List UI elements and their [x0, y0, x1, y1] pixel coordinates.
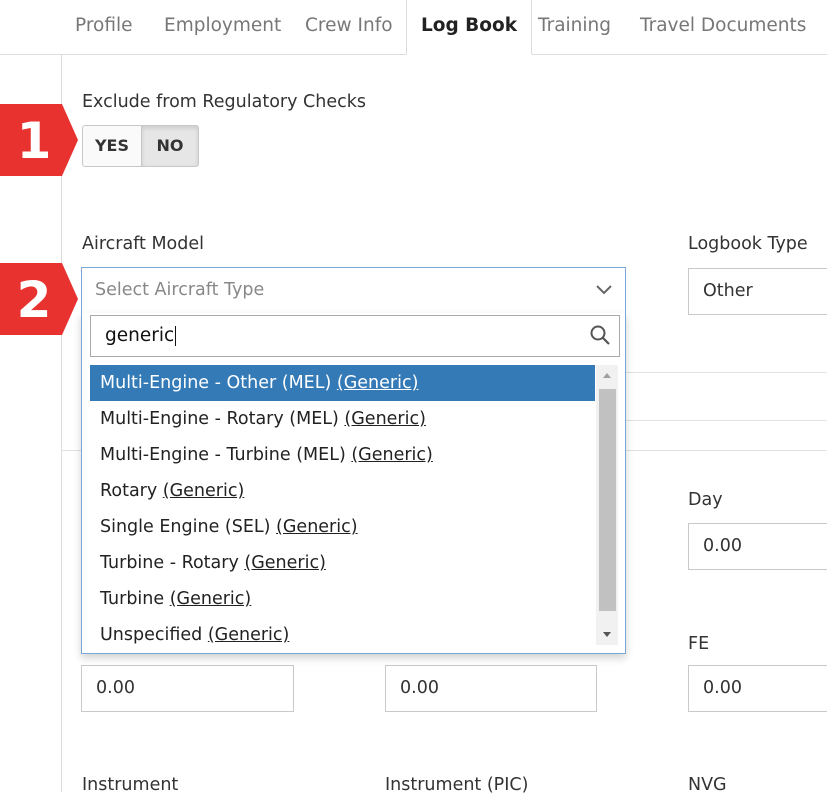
callout-badge-2: 2 [0, 263, 78, 335]
divider [626, 420, 827, 421]
scroll-down-icon[interactable] [596, 625, 618, 645]
option-single-engine[interactable]: Single Engine (SEL) (Generic) [90, 509, 595, 545]
day-label: Day [688, 490, 723, 510]
tab-bar: Profile Employment Crew Info Log Book Tr… [0, 0, 827, 55]
tab-employment[interactable]: Employment [164, 0, 281, 54]
tab-training[interactable]: Training [538, 0, 611, 54]
option-rotary[interactable]: Rotary (Generic) [90, 473, 595, 509]
aircraft-type-dropdown: generic Multi-Engine - Other (MEL) (Gene… [81, 313, 626, 654]
instrument-pic-label: Instrument (PIC) [385, 775, 529, 795]
no-button[interactable]: NO [142, 125, 199, 167]
scrollbar-thumb[interactable] [599, 389, 616, 611]
option-turbine[interactable]: Turbine (Generic) [90, 581, 595, 617]
search-icon [590, 325, 610, 345]
fe-input[interactable]: 0.00 [688, 665, 827, 712]
tab-profile[interactable]: Profile [75, 0, 133, 54]
aircraft-model-label: Aircraft Model [82, 234, 205, 254]
logbook-type-select[interactable]: Other [688, 268, 827, 315]
option-turbine-rotary[interactable]: Turbine - Rotary (Generic) [90, 545, 595, 581]
option-multi-engine-rotary[interactable]: Multi-Engine - Rotary (MEL) (Generic) [90, 401, 595, 437]
callout-badge-1: 1 [0, 104, 78, 176]
instrument-label: Instrument [82, 775, 179, 795]
option-multi-engine-turbine[interactable]: Multi-Engine - Turbine (MEL) (Generic) [90, 437, 595, 473]
aircraft-search-input[interactable]: generic [105, 325, 177, 346]
yes-button[interactable]: YES [82, 125, 142, 167]
option-unspecified[interactable]: Unspecified (Generic) [90, 617, 595, 653]
callout-number-2: 2 [17, 271, 52, 329]
day-input[interactable]: 0.00 [688, 523, 827, 570]
regulatory-checks-label: Exclude from Regulatory Checks [82, 92, 366, 112]
dropdown-scrollbar[interactable] [596, 365, 618, 645]
chevron-down-icon [596, 285, 612, 295]
hours-input-b[interactable]: 0.00 [385, 665, 597, 712]
aircraft-type-select[interactable]: Select Aircraft Type [81, 267, 626, 314]
option-multi-engine-other[interactable]: Multi-Engine - Other (MEL) (Generic) [90, 365, 595, 401]
tab-crew-info[interactable]: Crew Info [305, 0, 393, 54]
regulatory-toggle: YES NO [82, 125, 199, 167]
nvg-label: NVG [688, 775, 727, 795]
aircraft-options-list: Multi-Engine - Other (MEL) (Generic) Mul… [90, 365, 595, 653]
text-caret [175, 326, 177, 346]
divider [626, 372, 827, 373]
hours-input-a[interactable]: 0.00 [81, 665, 294, 712]
tab-log-book[interactable]: Log Book [406, 0, 533, 55]
fe-label: FE [688, 634, 710, 654]
scroll-up-icon[interactable] [596, 365, 618, 385]
tab-travel-documents[interactable]: Travel Documents [640, 0, 806, 54]
aircraft-type-placeholder: Select Aircraft Type [95, 280, 265, 300]
logbook-type-label: Logbook Type [688, 234, 808, 254]
callout-number-1: 1 [17, 112, 52, 170]
aircraft-search-field[interactable]: generic [90, 315, 620, 357]
